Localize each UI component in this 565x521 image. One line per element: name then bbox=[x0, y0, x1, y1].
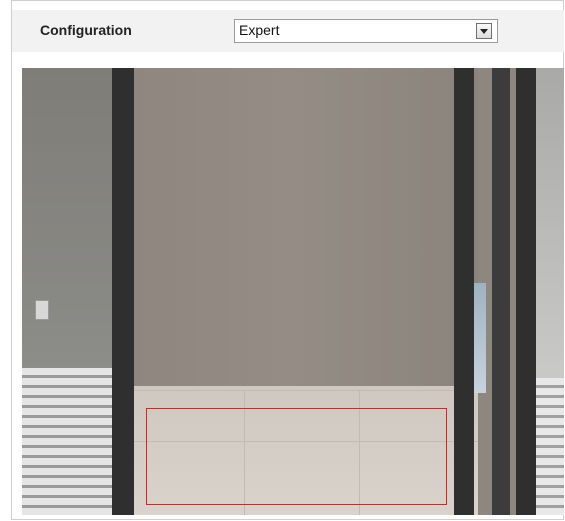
configuration-mode-select[interactable]: Expert bbox=[234, 19, 498, 43]
scene-wall-sign bbox=[35, 300, 49, 320]
scene-right-room bbox=[536, 68, 564, 378]
scene-right-blinds bbox=[536, 378, 564, 515]
configuration-mode-value: Expert bbox=[239, 22, 280, 38]
scene-frame-post-1 bbox=[492, 68, 510, 515]
dropdown-arrow-icon[interactable] bbox=[476, 23, 492, 39]
scene-door-post-right bbox=[454, 68, 474, 515]
video-preview[interactable] bbox=[22, 68, 564, 515]
scene-door-post-left bbox=[112, 68, 134, 515]
scene-door-panel bbox=[474, 283, 486, 393]
scene-frame-post-2 bbox=[516, 68, 536, 515]
scene-left-blinds bbox=[22, 368, 112, 515]
scene-back-wall bbox=[134, 68, 478, 386]
configuration-label: Configuration bbox=[40, 22, 132, 38]
detection-region[interactable] bbox=[146, 408, 447, 505]
